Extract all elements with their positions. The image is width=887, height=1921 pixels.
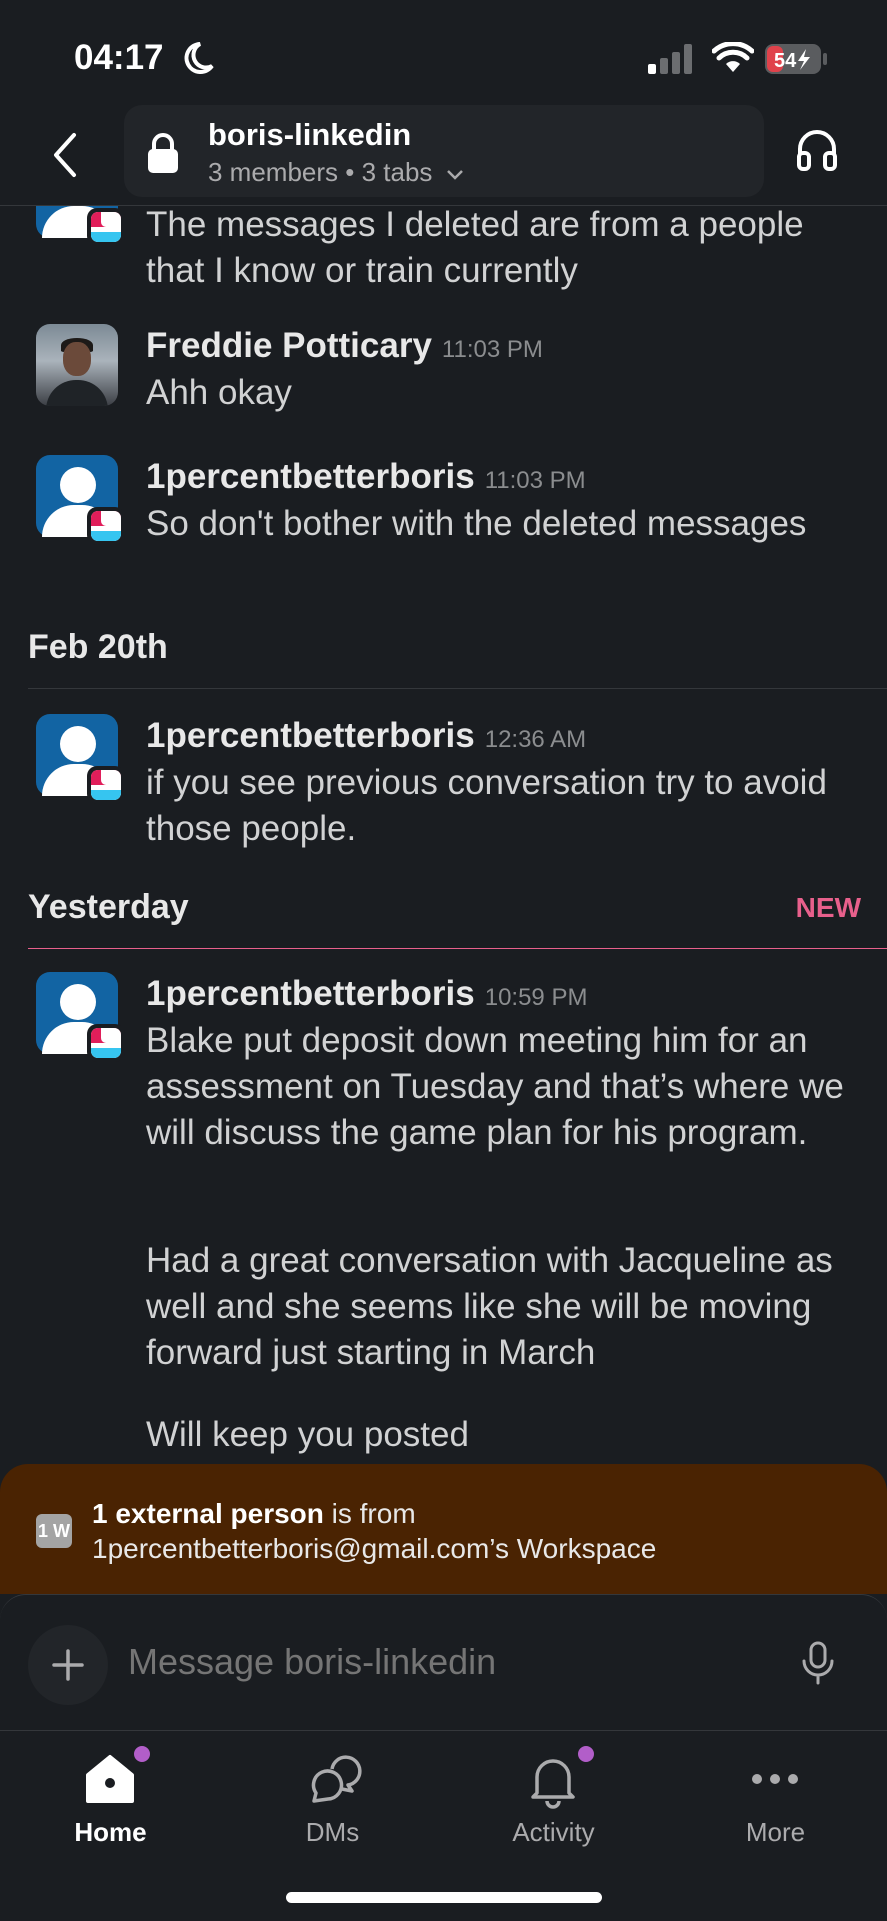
- microphone-icon[interactable]: [800, 1641, 836, 1685]
- message-text: if you see previous conversation try to …: [146, 763, 827, 848]
- new-divider-line: [28, 948, 887, 949]
- message-author[interactable]: Freddie Potticary 11:03 PM: [146, 326, 543, 366]
- divider-line: [28, 688, 887, 689]
- tab-dms[interactable]: DMs: [222, 1731, 443, 1881]
- message-paragraph: Will keep you posted: [146, 1415, 469, 1454]
- channel-header: boris-linkedin 3 members • 3 tabs: [0, 105, 887, 206]
- unread-dot: [575, 1743, 597, 1765]
- tab-dms-label: DMs: [305, 1817, 360, 1847]
- external-people-banner[interactable]: 1 W 1 external person is from 1percentbe…: [0, 1464, 887, 1594]
- huddle-headphones-icon[interactable]: [795, 127, 839, 171]
- external-banner-rest: is from: [323, 1498, 416, 1529]
- external-org-badge-icon: [87, 1024, 125, 1062]
- message-timestamp: 10:59 PM: [484, 984, 588, 1011]
- message-timestamp: 12:36 AM: [484, 726, 587, 753]
- message-paragraph: Blake put deposit down meeting him for a…: [146, 1021, 844, 1152]
- message-text: The messages I deleted are from a people…: [146, 206, 804, 290]
- status-bar: 04:17 54: [0, 0, 887, 110]
- battery-level: 54: [774, 50, 797, 72]
- more-icon: [752, 1774, 798, 1784]
- external-org-badge-icon: [87, 208, 125, 246]
- message-author[interactable]: 1percentbetterboris 12:36 AM: [146, 716, 586, 756]
- message-author[interactable]: 1percentbetterboris 11:03 PM: [146, 457, 586, 497]
- channel-info-button[interactable]: boris-linkedin 3 members • 3 tabs: [124, 105, 764, 197]
- tab-home[interactable]: Home: [0, 1731, 221, 1881]
- avatar[interactable]: [36, 714, 125, 804]
- unread-dot: [131, 1743, 153, 1765]
- chevron-down-icon: [446, 170, 463, 180]
- author-name[interactable]: 1percentbetterboris: [146, 457, 475, 496]
- message-timestamp: 11:03 PM: [484, 467, 586, 494]
- date-divider-label: Feb 20th: [28, 628, 168, 666]
- dms-icon: [311, 1755, 362, 1803]
- workspace-badge: 1 W: [36, 1514, 72, 1548]
- message-timestamp: 11:03 PM: [441, 336, 543, 363]
- external-banner-bold: 1 external person: [92, 1498, 324, 1529]
- avatar[interactable]: [36, 324, 118, 406]
- add-attachment-button[interactable]: [28, 1625, 108, 1705]
- channel-name: boris-linkedin: [208, 117, 412, 152]
- external-org-badge-icon: [87, 766, 125, 804]
- home-indicator[interactable]: [286, 1892, 602, 1903]
- message-composer: [0, 1594, 887, 1731]
- author-name[interactable]: 1percentbetterboris: [146, 974, 475, 1013]
- tab-activity-label: Activity: [512, 1817, 595, 1847]
- new-messages-label: NEW: [795, 892, 861, 923]
- message-text: Ahh okay: [146, 373, 292, 412]
- back-arrow-icon[interactable]: [46, 129, 86, 181]
- avatar[interactable]: [36, 455, 125, 545]
- avatar[interactable]: [36, 972, 125, 1062]
- message-paragraph: Had a great conversation with Jacqueline…: [146, 1241, 833, 1372]
- battery-icon: 54: [764, 43, 828, 80]
- author-name[interactable]: 1percentbetterboris: [146, 716, 475, 755]
- author-name[interactable]: Freddie Potticary: [146, 326, 432, 365]
- status-time: 04:17: [74, 38, 164, 77]
- plus-icon: [52, 1649, 84, 1681]
- tab-more[interactable]: More: [665, 1731, 886, 1881]
- external-org-badge-icon: [87, 507, 125, 545]
- date-divider-label: Yesterday: [28, 888, 189, 926]
- message-text: So don't bother with the deleted message…: [146, 504, 807, 543]
- avatar[interactable]: [36, 206, 125, 246]
- message-author[interactable]: 1percentbetterboris 10:59 PM: [146, 974, 587, 1014]
- channel-meta-text: 3 members • 3 tabs: [208, 157, 433, 187]
- lock-icon: [148, 133, 178, 173]
- tab-activity[interactable]: Activity: [443, 1731, 664, 1881]
- external-banner-text: 1 external person is from 1percentbetter…: [92, 1496, 656, 1566]
- message-input[interactable]: [128, 1637, 768, 1687]
- cellular-signal-icon: [648, 44, 692, 74]
- tab-home-label: Home: [74, 1817, 147, 1847]
- external-banner-workspace: 1percentbetterboris@gmail.com’s Workspac…: [92, 1533, 657, 1564]
- tab-more-label: More: [745, 1817, 806, 1847]
- wifi-icon: [712, 42, 754, 72]
- channel-meta: 3 members • 3 tabs: [208, 157, 464, 188]
- message-list[interactable]: The messages I deleted are from a people…: [0, 206, 887, 1466]
- bell-icon: [531, 1759, 575, 1809]
- moon-icon: [184, 42, 214, 74]
